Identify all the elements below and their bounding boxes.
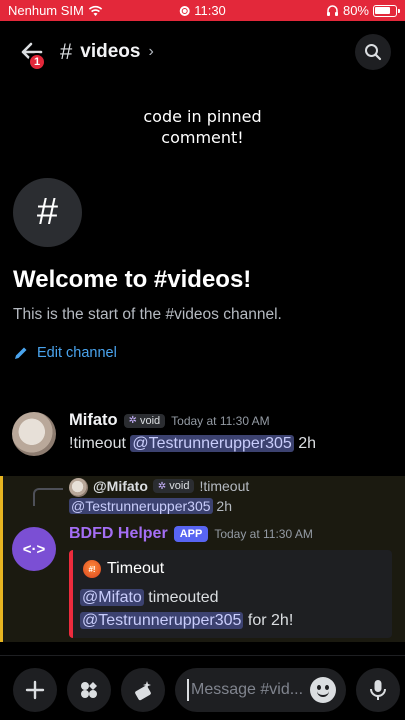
headphones-icon [326, 5, 338, 16]
overlay-caption: code in pinned comment! [0, 106, 405, 148]
message-item[interactable]: Mifato ✲ void Today at 11:30 AM !timeout… [0, 407, 405, 467]
tag-label: void [139, 414, 161, 427]
edit-channel-label: Edit channel [37, 345, 117, 361]
user-mention[interactable]: @Testrunnerupper305 [130, 435, 294, 452]
apps-icon [81, 682, 97, 698]
text-cursor [187, 679, 189, 701]
battery-percent: 80% [342, 3, 369, 18]
channel-title[interactable]: # videos › [60, 39, 154, 65]
command-text: !timeout [69, 435, 126, 452]
back-button[interactable]: 1 [14, 34, 50, 71]
microphone-icon [370, 680, 386, 700]
channel-header: 1 # videos › [0, 21, 405, 83]
tag-icon: ✲ [157, 480, 167, 492]
unread-badge: 1 [28, 53, 46, 71]
welcome-title: Welcome to #videos! [13, 266, 252, 293]
gift-sparkle-icon [135, 681, 151, 701]
gift-button[interactable] [121, 668, 165, 712]
welcome-subtitle: This is the start of the #videos channel… [13, 306, 282, 323]
reply-preview-line-2: @Testrunnerupper305 2h [69, 498, 232, 514]
embed-title: #! Timeout [83, 560, 164, 578]
divider [0, 655, 405, 656]
timestamp: Today at 11:30 AM [214, 527, 313, 541]
recording-icon [179, 5, 190, 16]
battery-icon [373, 4, 400, 17]
voice-message-button[interactable] [356, 668, 400, 712]
clock: 11:30 [194, 3, 226, 18]
channel-name: videos [80, 41, 141, 62]
wifi-icon [88, 5, 103, 16]
chevron-right-icon: › [148, 43, 154, 60]
duration-text: 2h [298, 435, 317, 452]
emoji-picker-button[interactable] [310, 677, 336, 703]
bot-author-name[interactable]: BDFD Helper [69, 525, 168, 543]
caption-line-1: code in pinned [143, 107, 262, 126]
reply-avatar [69, 478, 88, 497]
hashtag-icon: # [60, 39, 73, 64]
timestamp: Today at 11:30 AM [171, 413, 270, 428]
composer-bar [0, 664, 405, 716]
status-bar: Nenhum SIM 11:30 80% [0, 0, 405, 21]
search-icon [365, 44, 382, 61]
embed-text: timeouted [148, 589, 219, 606]
reply-suffix: 2h [216, 498, 232, 514]
author-name[interactable]: Mifato [69, 411, 118, 430]
reply-preview[interactable]: @Mifato ✲ void !timeout [93, 478, 249, 494]
channel-hashtag-icon: # [13, 178, 82, 247]
add-button[interactable] [13, 668, 57, 712]
reply-server-tag: ✲ void [152, 479, 195, 493]
message-embed: #! Timeout @Mifato timeouted @Testrunner… [69, 550, 392, 638]
edit-channel-link[interactable]: Edit channel [13, 345, 117, 361]
message-content: !timeout @Testrunnerupper305 2h [69, 435, 316, 453]
app-tag: APP [173, 526, 209, 542]
reply-mention: @Testrunnerupper305 [69, 498, 213, 514]
message-input-container[interactable] [175, 668, 346, 712]
plus-icon [25, 680, 45, 700]
user-mention[interactable]: @Testrunnerupper305 [80, 612, 244, 629]
server-tag: ✲ void [123, 413, 166, 428]
message-header: Mifato ✲ void Today at 11:30 AM [69, 411, 270, 430]
bot-message-header: BDFD Helper APP Today at 11:30 AM [69, 525, 313, 543]
embed-title-text: Timeout [107, 560, 165, 577]
tag-label: void [169, 480, 190, 492]
angry-face-icon: #! [83, 560, 101, 578]
user-mention[interactable]: @Mifato [80, 589, 144, 606]
reply-connector [33, 488, 63, 506]
avatar[interactable] [12, 412, 56, 456]
code-brackets-icon: <·> [22, 540, 46, 558]
search-button[interactable] [355, 34, 391, 70]
bot-avatar[interactable]: <·> [12, 527, 56, 571]
carrier-label: Nenhum SIM [8, 3, 84, 18]
message-input[interactable] [191, 681, 309, 699]
embed-line-2: @Testrunnerupper305 for 2h! [80, 612, 293, 630]
reply-text: !timeout [199, 478, 250, 494]
embed-line-1: @Mifato timeouted [80, 589, 219, 607]
pencil-icon [15, 347, 27, 359]
caption-line-2: comment! [161, 128, 244, 147]
apps-button[interactable] [67, 668, 111, 712]
reply-author: @Mifato [93, 478, 148, 494]
embed-text: for 2h! [247, 612, 294, 629]
tag-icon: ✲ [128, 415, 137, 426]
